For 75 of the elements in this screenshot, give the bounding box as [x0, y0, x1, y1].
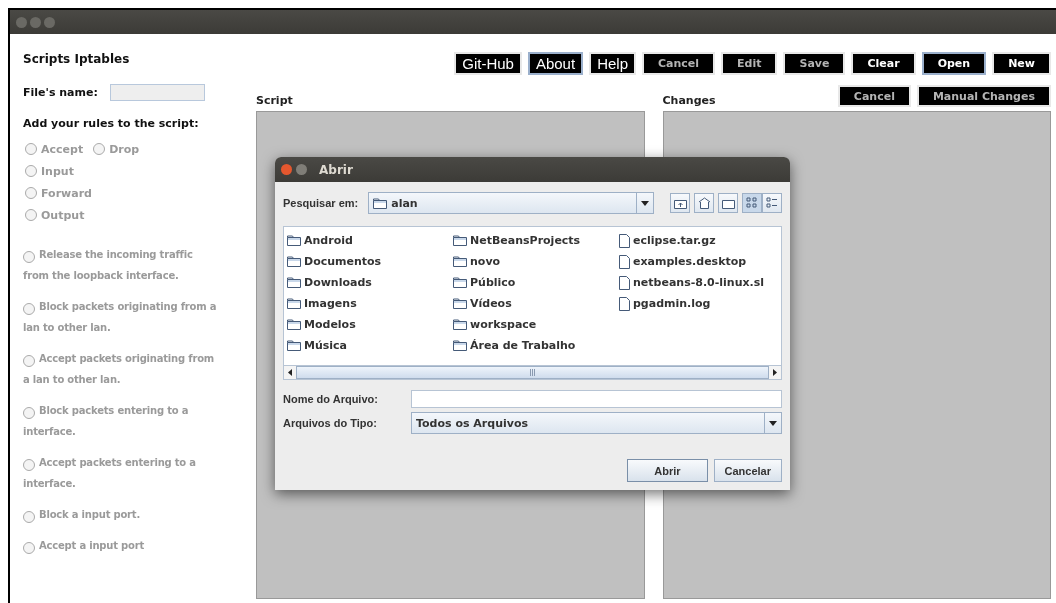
- toolbar-button[interactable]: Open: [921, 52, 987, 75]
- file-item[interactable]: Documentos: [287, 251, 453, 272]
- file-icon: [619, 275, 630, 290]
- toolbar-button[interactable]: New: [992, 52, 1051, 75]
- file-item[interactable]: workspace: [453, 314, 619, 335]
- new-folder-button[interactable]: [718, 193, 738, 213]
- caret-icon: [769, 420, 777, 426]
- file-item[interactable]: eclipse.tar.gz: [619, 230, 779, 251]
- grid-icon: [746, 197, 758, 209]
- panel-title: Script: [256, 94, 293, 107]
- close-icon[interactable]: [16, 16, 27, 28]
- grip-icon: [530, 369, 535, 376]
- folder-icon: [453, 340, 467, 351]
- up-folder-icon: [673, 197, 687, 209]
- file-item[interactable]: pgadmin.log: [619, 293, 779, 314]
- file-item[interactable]: Público: [453, 272, 619, 293]
- folder-icon: [287, 319, 301, 330]
- caret-icon: [641, 200, 649, 206]
- folder-icon: [453, 319, 467, 330]
- app-title: Scripts Iptables: [23, 52, 131, 68]
- file-item[interactable]: Android: [287, 230, 453, 251]
- toolbar-button[interactable]: Clear: [851, 52, 916, 75]
- file-item[interactable]: Área de Trabalho: [453, 335, 619, 356]
- file-item[interactable]: Modelos: [287, 314, 453, 335]
- folder-icon: [373, 197, 388, 209]
- close-icon[interactable]: [281, 164, 292, 175]
- folder-icon: [287, 340, 301, 351]
- file-name-field[interactable]: [109, 84, 205, 101]
- toolbar-button[interactable]: Help: [589, 52, 636, 75]
- file-item[interactable]: netbeans-8.0-linux.sl: [619, 272, 779, 293]
- dialog-button[interactable]: Abrir: [627, 459, 708, 482]
- folder-icon: [453, 298, 467, 309]
- folder-icon: [453, 235, 467, 246]
- file-item[interactable]: NetBeansProjects: [453, 230, 619, 251]
- file-item[interactable]: Vídeos: [453, 293, 619, 314]
- up-folder-button[interactable]: [670, 193, 690, 213]
- file-icon: [619, 296, 630, 311]
- file-item[interactable]: Imagens: [287, 293, 453, 314]
- file-icon: [619, 233, 630, 248]
- file-item[interactable]: examples.desktop: [619, 251, 779, 272]
- dialog-title: Abrir: [319, 162, 353, 177]
- folder-icon: [453, 256, 467, 267]
- list-icon: [766, 197, 778, 209]
- details-view-button[interactable]: [762, 193, 782, 213]
- field-label: File's name:: [23, 86, 98, 99]
- list-view-button[interactable]: [742, 193, 762, 213]
- file-name-field[interactable]: [411, 390, 782, 408]
- file-item[interactable]: Downloads: [287, 272, 453, 293]
- folder-icon: [287, 277, 301, 288]
- minimize-icon[interactable]: [30, 16, 41, 28]
- home-icon: [697, 197, 711, 209]
- folder-icon: [721, 197, 735, 209]
- home-button[interactable]: [694, 193, 714, 213]
- field-label: Arquivos do Tipo:: [283, 417, 378, 429]
- dialog-button[interactable]: Cancelar: [713, 459, 782, 482]
- panel-title: Changes: [662, 94, 716, 107]
- maximize-icon[interactable]: [44, 16, 55, 28]
- folder-icon: [453, 277, 467, 288]
- field-label: Pesquisar em:: [283, 197, 359, 209]
- folder-icon: [287, 298, 301, 309]
- horizontal-scrollbar[interactable]: [284, 365, 781, 379]
- file-type-dropdown[interactable]: Todos os Arquivos: [411, 412, 782, 434]
- right-arrow-icon: [773, 369, 777, 376]
- field-label: Nome do Arquivo:: [283, 393, 379, 405]
- folder-dropdown[interactable]: alan: [368, 192, 654, 214]
- folder-icon: [287, 235, 301, 246]
- toolbar-button[interactable]: Git-Hub: [454, 52, 522, 75]
- folder-icon: [287, 256, 301, 267]
- file-item[interactable]: Música: [287, 335, 453, 356]
- section-heading: Add your rules to the script:: [23, 117, 200, 130]
- maximize-icon[interactable]: [296, 164, 307, 175]
- file-icon: [619, 254, 630, 269]
- toolbar-button[interactable]: About: [527, 52, 584, 75]
- file-item[interactable]: novo: [453, 251, 619, 272]
- left-arrow-icon: [288, 369, 292, 376]
